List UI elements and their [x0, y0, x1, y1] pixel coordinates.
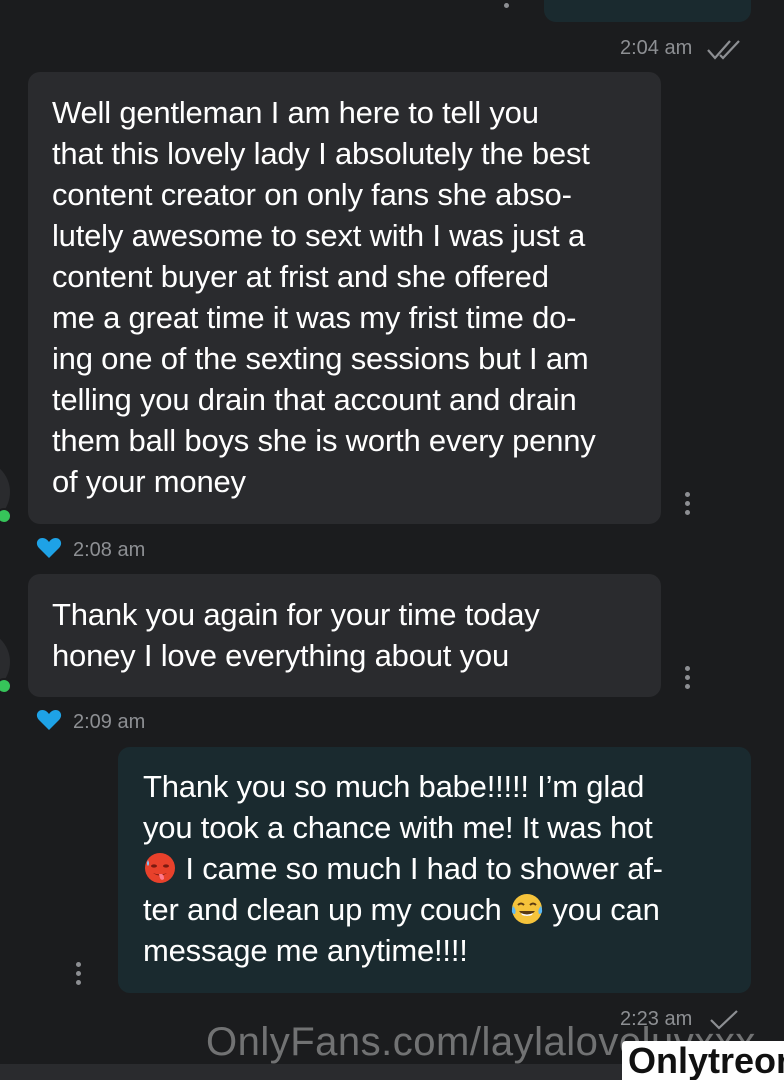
timestamp: 2:08 am: [73, 539, 146, 561]
heart-icon[interactable]: [36, 536, 62, 560]
message-options-icon[interactable]: [685, 666, 691, 693]
tears-of-joy-emoji: [511, 894, 543, 924]
message-text: Thank you so much babe!!!!! I’m glad you…: [143, 766, 743, 971]
message-text-part: Thank you so much babe!!!!! I’m glad you…: [143, 769, 653, 845]
message-options-icon[interactable]: [76, 962, 82, 989]
online-status-dot: [0, 678, 12, 694]
message-options-icon[interactable]: [685, 492, 691, 519]
incoming-message-bubble[interactable]: Well gentleman I am here to tell you tha…: [28, 72, 661, 524]
incoming-message-bubble[interactable]: Thank you again for your time today hone…: [28, 574, 661, 697]
outgoing-bubble-partial[interactable]: [544, 0, 751, 22]
message-text: Thank you again for your time today hone…: [52, 597, 540, 673]
double-check-icon: [707, 40, 740, 60]
message-text: Well gentleman I am here to tell you tha…: [52, 95, 596, 499]
hot-face-emoji: [145, 853, 175, 883]
message-options-icon[interactable]: [504, 0, 510, 12]
timestamp: 2:04 am: [620, 37, 693, 59]
site-logo: Onlytreon: [622, 1041, 784, 1080]
timestamp: 2:09 am: [73, 711, 146, 733]
heart-icon[interactable]: [36, 708, 62, 732]
outgoing-message-bubble[interactable]: Thank you so much babe!!!!! I’m glad you…: [118, 747, 751, 993]
online-status-dot: [0, 508, 12, 524]
